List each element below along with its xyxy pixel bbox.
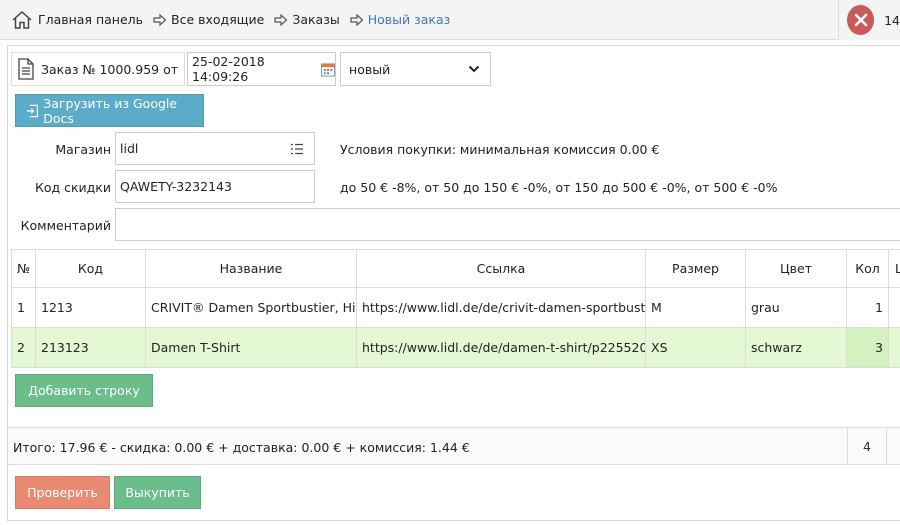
totals-qty-value: 4 xyxy=(863,439,871,454)
cell-extra xyxy=(888,327,900,368)
arrow-right-icon xyxy=(350,13,364,26)
cell-number: 1 xyxy=(11,287,36,328)
col-header-link: Ссылка xyxy=(356,249,646,288)
arrow-right-icon xyxy=(274,13,288,26)
cell-name[interactable]: Damen T-Shirt xyxy=(145,327,357,368)
order-date-value: 25-02-2018 14:09:26 xyxy=(192,54,265,84)
col-header-color: Цвет xyxy=(745,249,847,288)
breadcrumb-label: Новый заказ xyxy=(367,12,451,27)
cell-color[interactable]: schwarz xyxy=(745,327,847,368)
cell-size[interactable]: XS xyxy=(645,327,746,368)
cell-link[interactable]: https://www.lidl.de/de/damen-t-shirt/p22… xyxy=(356,327,646,368)
totals-summary: Итого: 17.96 € - скидка: 0.00 € + достав… xyxy=(13,440,470,455)
totals-qty: 4 xyxy=(847,428,887,465)
breadcrumb-item-dashboard[interactable]: Главная панель xyxy=(11,10,143,30)
order-title-box: Заказ № 1000.959 от xyxy=(11,52,186,86)
cell-code[interactable]: 213123 xyxy=(35,327,146,368)
check-label: Проверить xyxy=(27,485,98,500)
top-bar: Главная панель Все входящие Заказы Новый… xyxy=(0,0,900,40)
cell-color[interactable]: grau xyxy=(745,287,847,328)
totals-bar: Итого: 17.96 € - скидка: 0.00 € + достав… xyxy=(8,427,900,465)
calendar-icon[interactable] xyxy=(321,62,336,77)
order-panel: Заказ № 1000.959 от 25-02-2018 14:09:26 … xyxy=(7,45,900,521)
col-header-extra: L xyxy=(888,249,900,288)
breadcrumb-label: Все входящие xyxy=(171,12,265,27)
comment-input[interactable] xyxy=(115,208,900,241)
table-row[interactable]: 2 213123 Damen T-Shirt https://www.lidl.… xyxy=(11,327,900,368)
add-row-label: Добавить строку xyxy=(28,383,140,398)
breadcrumb-label: Заказы xyxy=(292,12,340,27)
chevron-down-icon xyxy=(468,65,480,73)
close-count: 14 xyxy=(884,12,900,28)
cell-extra xyxy=(888,287,900,328)
breadcrumb-item-orders[interactable]: Заказы xyxy=(264,12,340,27)
order-header: Заказ № 1000.959 от 25-02-2018 14:09:26 … xyxy=(11,51,492,87)
breadcrumb: Главная панель Все входящие Заказы Новый… xyxy=(0,0,838,40)
arrow-right-icon xyxy=(153,13,167,26)
order-status-select[interactable]: новый xyxy=(340,52,492,86)
col-header-code: Код xyxy=(35,249,146,288)
order-date-field[interactable]: 25-02-2018 14:09:26 xyxy=(187,52,337,86)
cell-size[interactable]: M xyxy=(645,287,746,328)
purchase-conditions: Условия покупки: минимальная комиссия 0.… xyxy=(340,142,660,157)
add-row-button[interactable]: Добавить строку xyxy=(15,374,153,407)
cell-qty[interactable]: 1 xyxy=(846,287,889,328)
col-header-name: Название xyxy=(145,249,357,288)
discount-code-input[interactable]: QAWETY-3232143 xyxy=(115,170,315,203)
order-number-label: Заказ № 1000.959 от xyxy=(41,61,179,77)
breadcrumb-item-new-order[interactable]: Новый заказ xyxy=(340,12,451,27)
breadcrumb-item-inbox[interactable]: Все входящие xyxy=(143,12,264,27)
col-header-size: Размер xyxy=(645,249,746,288)
shop-label: Магазин xyxy=(55,142,111,157)
google-docs-import-label: Загрузить из Google Docs xyxy=(43,95,178,126)
discount-label: Код скидки xyxy=(34,180,111,195)
cell-number: 2 xyxy=(11,327,36,368)
comment-label: Комментарий xyxy=(20,218,111,233)
cell-link[interactable]: https://www.lidl.de/de/crivit-damen-spor… xyxy=(356,287,646,328)
buy-label: Выкупить xyxy=(125,485,190,500)
col-header-qty: Кол xyxy=(846,249,889,288)
list-icon xyxy=(291,143,303,154)
commission-tiers: до 50 € -8%, от 50 до 150 € -0%, от 150 … xyxy=(340,180,778,195)
google-docs-import-button[interactable]: Загрузить из Google Docs xyxy=(15,94,204,127)
items-table: № Код Название Ссылка Размер Цвет Кол L … xyxy=(11,249,900,368)
close-icon xyxy=(854,13,867,27)
shop-value: lidl xyxy=(120,141,139,156)
document-icon xyxy=(18,58,34,80)
cell-name[interactable]: CRIVIT® Damen Sportbustier, High Level xyxy=(145,287,357,328)
cell-qty[interactable]: 3 xyxy=(846,327,889,368)
cell-code[interactable]: 1213 xyxy=(35,287,146,328)
table-header-row: № Код Название Ссылка Размер Цвет Кол L xyxy=(11,249,900,288)
table-row[interactable]: 1 1213 CRIVIT® Damen Sportbustier, High … xyxy=(11,287,900,328)
shop-list-button[interactable] xyxy=(280,132,315,165)
buy-button[interactable]: Выкупить xyxy=(114,476,201,509)
shop-input[interactable]: lidl xyxy=(115,132,281,165)
discount-code-value: QAWETY-3232143 xyxy=(120,179,232,194)
import-icon xyxy=(26,104,38,117)
col-header-number: № xyxy=(11,249,36,288)
close-zone: 14 xyxy=(838,0,900,40)
breadcrumb-label: Главная панель xyxy=(38,12,144,27)
home-icon xyxy=(12,10,32,29)
close-button[interactable] xyxy=(847,5,875,35)
check-button[interactable]: Проверить xyxy=(15,476,110,509)
order-status-value: новый xyxy=(349,61,391,77)
